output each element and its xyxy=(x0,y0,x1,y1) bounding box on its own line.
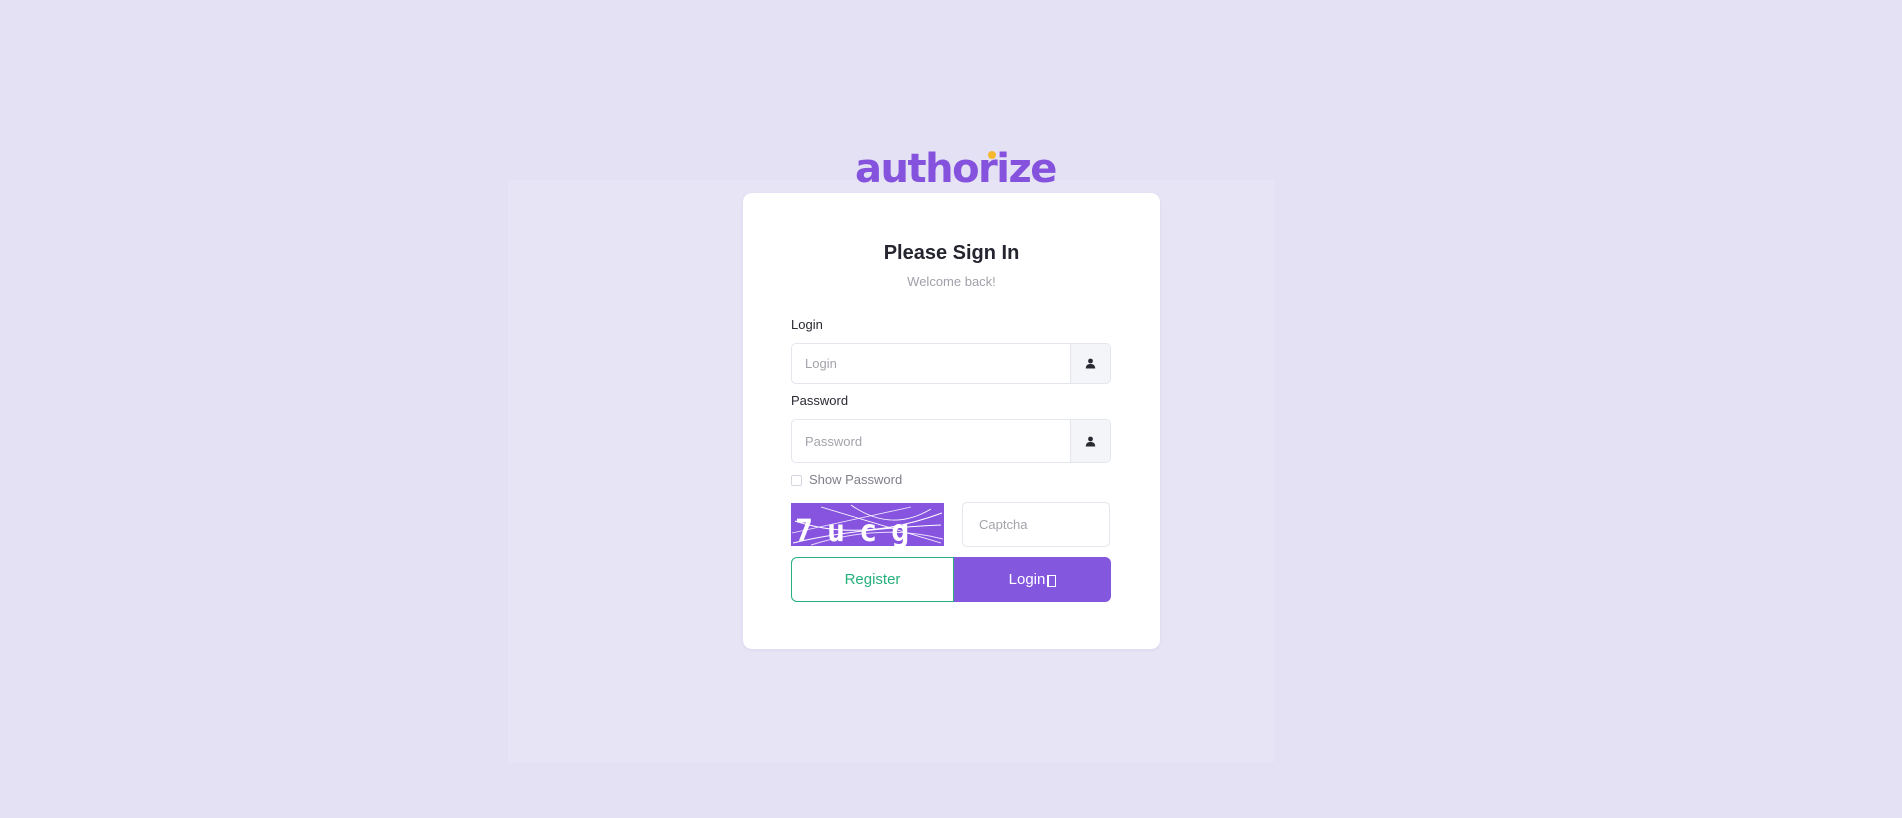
register-button-label: Register xyxy=(844,571,901,588)
show-password-label[interactable]: Show Password xyxy=(809,472,902,488)
logo-dot xyxy=(988,151,996,159)
login-input[interactable] xyxy=(792,344,1070,383)
show-password-checkbox[interactable] xyxy=(791,474,802,486)
password-label: Password xyxy=(791,393,849,408)
login-input-group xyxy=(791,343,1111,384)
login-button-label: Login xyxy=(1008,571,1046,588)
register-button[interactable]: Register xyxy=(791,557,954,602)
captcha-text: 7ucg xyxy=(795,514,923,546)
show-password-row: Show Password xyxy=(791,472,902,488)
login-button[interactable]: Login xyxy=(954,557,1111,602)
captcha-image: 7ucg xyxy=(791,503,944,546)
login-card: Please Sign In Welcome back! Login Passw… xyxy=(743,193,1160,649)
password-input[interactable] xyxy=(792,420,1070,462)
door-enter-icon xyxy=(1047,574,1057,587)
action-buttons: Register Login xyxy=(791,557,1111,602)
captcha-input[interactable] xyxy=(962,502,1110,547)
brand-logo: authorize xyxy=(855,146,1057,192)
user-icon xyxy=(1070,420,1110,462)
login-label: Login xyxy=(791,317,823,332)
card-title: Please Sign In xyxy=(883,242,1020,264)
card-subtitle: Welcome back! xyxy=(907,274,996,289)
user-icon xyxy=(1070,344,1110,383)
password-input-group xyxy=(791,419,1111,463)
